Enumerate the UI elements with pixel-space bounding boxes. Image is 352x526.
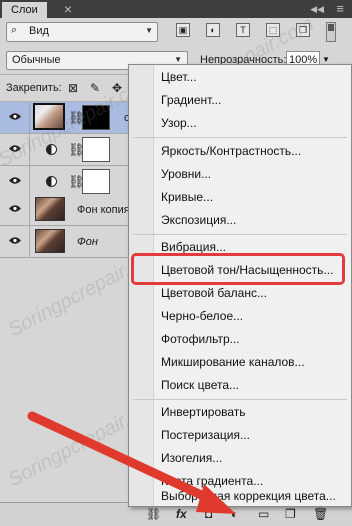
layers-panel: Слои × ◀◀ ≡ ⌕ Вид ▼ ▣ ◐ T ⬚ ❐ Обычные ▼ … [0, 0, 352, 526]
annotation-arrow [27, 411, 236, 514]
